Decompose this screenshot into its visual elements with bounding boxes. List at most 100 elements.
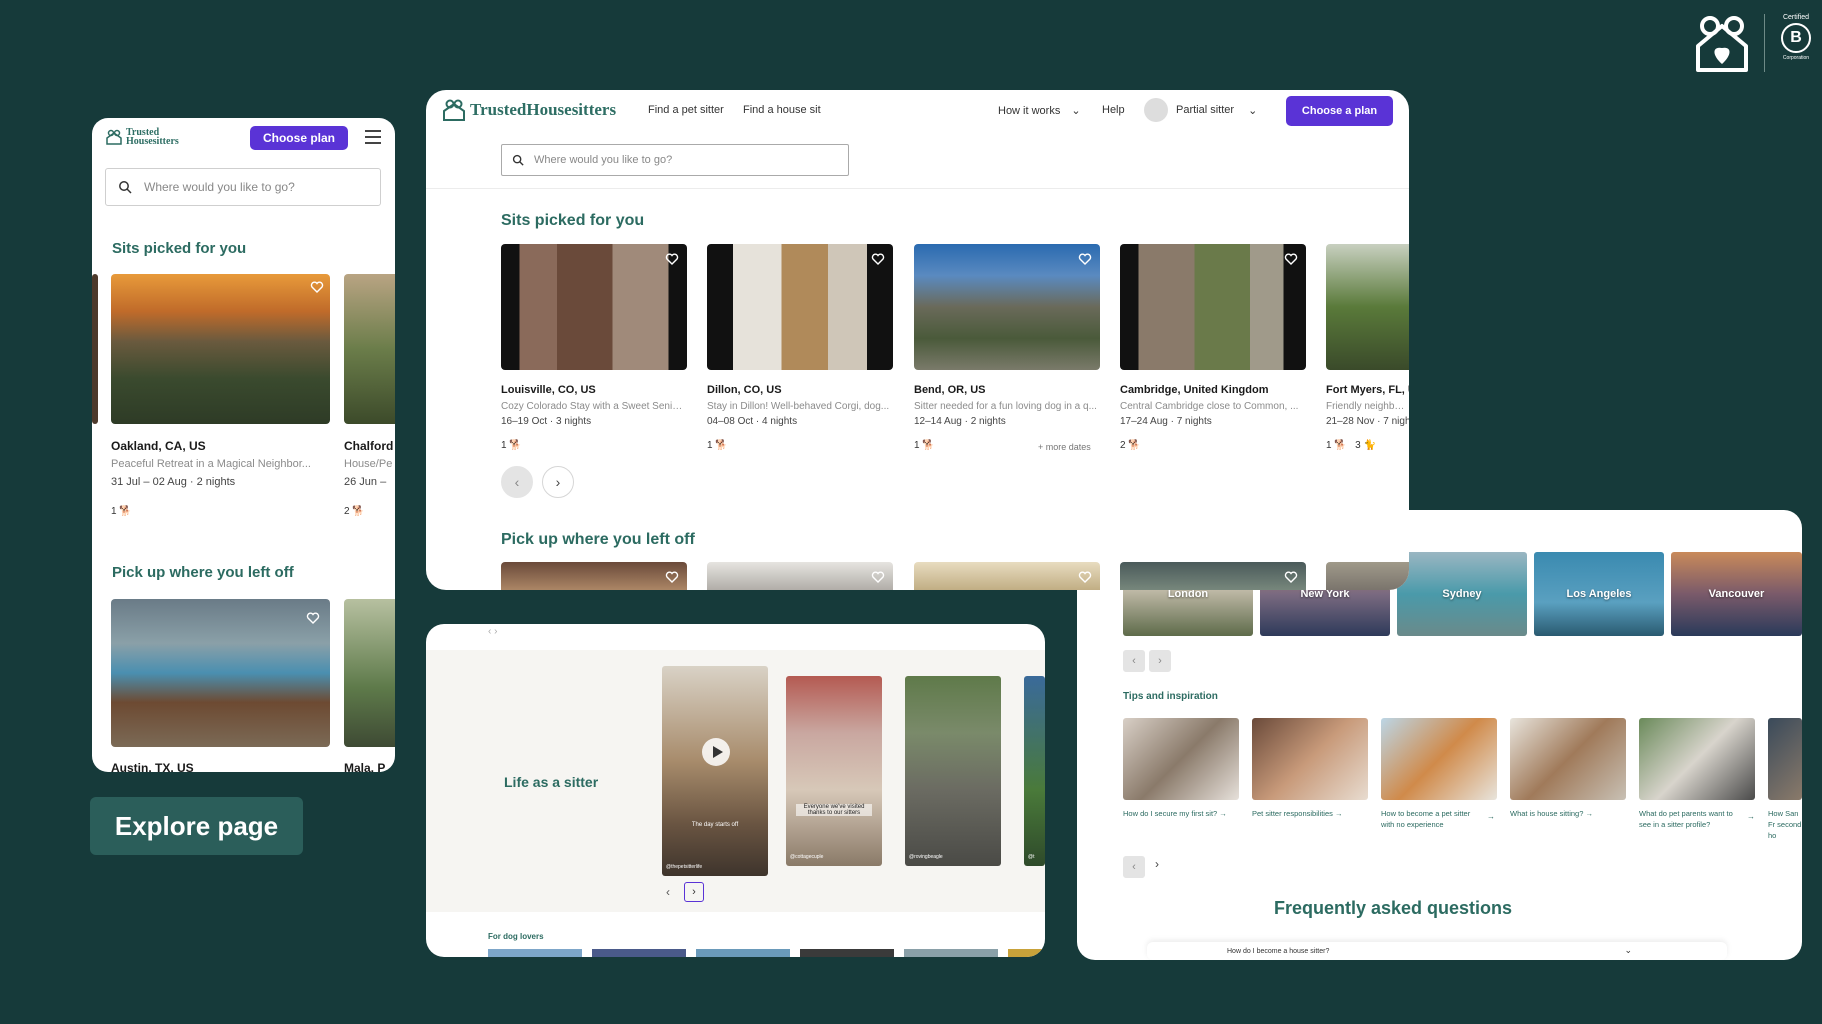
sitter-video-2[interactable]: Everyone we've visited thanks to our sit… (786, 676, 882, 866)
tip-caption-1[interactable]: How do I secure my first sit? → (1123, 808, 1241, 819)
nav-find-pet-sitter[interactable]: Find a pet sitter (648, 104, 724, 116)
chevron-down-icon: ⌄ (1071, 105, 1081, 117)
sit-card-3-photo[interactable] (914, 244, 1100, 370)
heart-icon[interactable] (871, 252, 885, 266)
sit-card-3-pet-count: 1 (914, 440, 920, 451)
tips-next-button[interactable]: › (1155, 857, 1159, 871)
sitter-video-3[interactable]: @rovingbeagle (905, 676, 1001, 866)
mobile-pickup-card1-photo[interactable] (111, 599, 330, 747)
tip-caption-2[interactable]: Pet sitter responsibilities → (1252, 808, 1370, 819)
mobile-pickup-card1-title[interactable]: Austin, TX, US (111, 761, 194, 772)
pickup-card-1-photo[interactable] (501, 562, 687, 590)
cat-icon: 🐈 (1363, 440, 1376, 451)
heart-icon[interactable] (665, 570, 679, 584)
tip-image-6[interactable] (1768, 718, 1802, 800)
sitter-video-1[interactable]: The day starts off @thepetsitterlife (662, 666, 768, 876)
chevron-down-icon: ⌄ (1624, 945, 1632, 955)
sit-card-5-photo[interactable] (1326, 244, 1409, 370)
mobile-logo-icon (106, 129, 122, 145)
pickup-card-4-photo[interactable] (1120, 562, 1306, 590)
tip-image-4[interactable] (1510, 718, 1626, 800)
choose-plan-button[interactable]: Choose plan (250, 126, 348, 150)
chevron-down-icon: ⌄ (1248, 104, 1258, 117)
heart-icon[interactable] (665, 252, 679, 266)
sit-card-3-more-dates[interactable]: + more dates (1038, 442, 1091, 452)
mobile-card1-pet-count: 1 (111, 506, 117, 517)
pickup-card-2-photo[interactable] (707, 562, 893, 590)
tip-image-1[interactable] (1123, 718, 1239, 800)
city-los-angeles-label: Los Angeles (1566, 588, 1632, 600)
hamburger-menu-icon[interactable] (365, 130, 381, 144)
city-sydney[interactable]: Sydney (1397, 552, 1527, 636)
header-divider (426, 188, 1409, 189)
bcorp-corporation: Corporation (1782, 55, 1810, 61)
sits-next-button[interactable]: › (542, 466, 574, 498)
tip-image-3[interactable] (1381, 718, 1497, 800)
sit-card-3-dates: 12–14 Aug · 2 nights (914, 416, 1006, 427)
mobile-card1-title[interactable]: Oakland, CA, US (111, 439, 206, 453)
sit-card-5-title[interactable]: Fort Myers, FL, US (1326, 384, 1409, 396)
mobile-card1-image[interactable] (92, 274, 98, 424)
mobile-card2-photo[interactable] (344, 274, 395, 424)
mobile-pickup-card2-title[interactable]: Mala, P (344, 761, 385, 772)
mobile-search-input[interactable]: Where would you like to go? (105, 168, 381, 206)
sit-card-4-pets: 2 🐕 (1120, 440, 1141, 451)
dog-icon: 🐕 (715, 440, 728, 451)
video-1-handle: @thepetsitterlife (666, 864, 703, 870)
mobile-card1-photo[interactable] (111, 274, 330, 424)
nav-find-house-sit[interactable]: Find a house sit (743, 104, 821, 116)
choose-a-plan-button[interactable]: Choose a plan (1286, 96, 1393, 126)
tip-caption-3[interactable]: How to become a pet sitter with no exper… (1381, 808, 1471, 830)
city-los-angeles[interactable]: Los Angeles (1534, 552, 1664, 636)
city-vancouver[interactable]: Vancouver (1671, 552, 1802, 636)
mobile-pickup-card2-photo[interactable] (344, 599, 395, 747)
sit-card-1-photo[interactable] (501, 244, 687, 370)
sit-card-5-pet-count: 1 (1326, 440, 1332, 451)
heart-icon[interactable] (1078, 252, 1092, 266)
tip-arrow-5: → (1747, 812, 1755, 821)
tip-image-5[interactable] (1639, 718, 1755, 800)
pickup-card-3-photo[interactable] (914, 562, 1100, 590)
search-input[interactable]: Where would you like to go? (501, 144, 849, 176)
heart-icon[interactable] (1284, 252, 1298, 266)
dog-icon: 🐕 (1128, 440, 1141, 451)
heart-icon[interactable] (1078, 570, 1092, 584)
heart-icon[interactable] (871, 570, 885, 584)
cities-next-button[interactable]: › (1149, 650, 1171, 672)
nav-how-it-works[interactable]: How it works ⌄ (998, 104, 1081, 117)
mobile-logo[interactable]: Trusted Housesitters (106, 128, 179, 147)
video-2-handle: @cottagecuple (790, 854, 824, 860)
sitter-video-4[interactable]: @t (1024, 676, 1045, 866)
nav-help[interactable]: Help (1102, 104, 1125, 116)
sit-card-2-title[interactable]: Dillon, CO, US (707, 384, 782, 396)
mobile-card2-title[interactable]: Chalford (344, 439, 393, 453)
tip-caption-6[interactable]: How San Fr second ho (1768, 808, 1802, 841)
video-prev-button[interactable]: ‹ (666, 885, 670, 899)
sit-card-4-date-range: 17–24 Aug (1120, 416, 1168, 427)
tips-prev-button[interactable]: ‹ (1123, 856, 1145, 878)
user-menu[interactable]: Partial sitter ⌄ (1144, 98, 1257, 122)
heart-icon[interactable] (306, 611, 320, 625)
tip-caption-4[interactable]: What is house sitting? → (1510, 808, 1628, 819)
sits-prev-button[interactable]: ‹ (501, 466, 533, 498)
heart-icon[interactable] (310, 280, 324, 294)
mobile-card2-desc: House/Pe (344, 458, 393, 470)
sit-card-4-photo[interactable] (1120, 244, 1306, 370)
sit-card-3-title[interactable]: Bend, OR, US (914, 384, 986, 396)
tip-image-2[interactable] (1252, 718, 1368, 800)
tip-caption-5[interactable]: What do pet parents want to see in a sit… (1639, 808, 1743, 830)
video-next-button[interactable]: › (684, 882, 704, 902)
badge-divider (1764, 14, 1765, 72)
pickup-card-5-photo[interactable] (1326, 562, 1409, 590)
cities-prev-button[interactable]: ‹ (1123, 650, 1145, 672)
sit-card-2-nights: 4 nights (762, 416, 798, 427)
sit-card-2-photo[interactable] (707, 244, 893, 370)
desktop-logo-icon (443, 99, 465, 121)
desktop-logo[interactable]: TrustedHousesitters (442, 98, 616, 122)
sit-card-1-title[interactable]: Louisville, CO, US (501, 384, 596, 396)
play-button-icon[interactable] (702, 738, 730, 766)
faq-item-1[interactable]: How do I become a house sitter? ⌄ (1147, 942, 1727, 960)
sit-card-5-dates: 21–28 Nov · 7 nights (1326, 416, 1409, 427)
heart-icon[interactable] (1284, 570, 1298, 584)
sit-card-4-title[interactable]: Cambridge, United Kingdom (1120, 384, 1269, 396)
